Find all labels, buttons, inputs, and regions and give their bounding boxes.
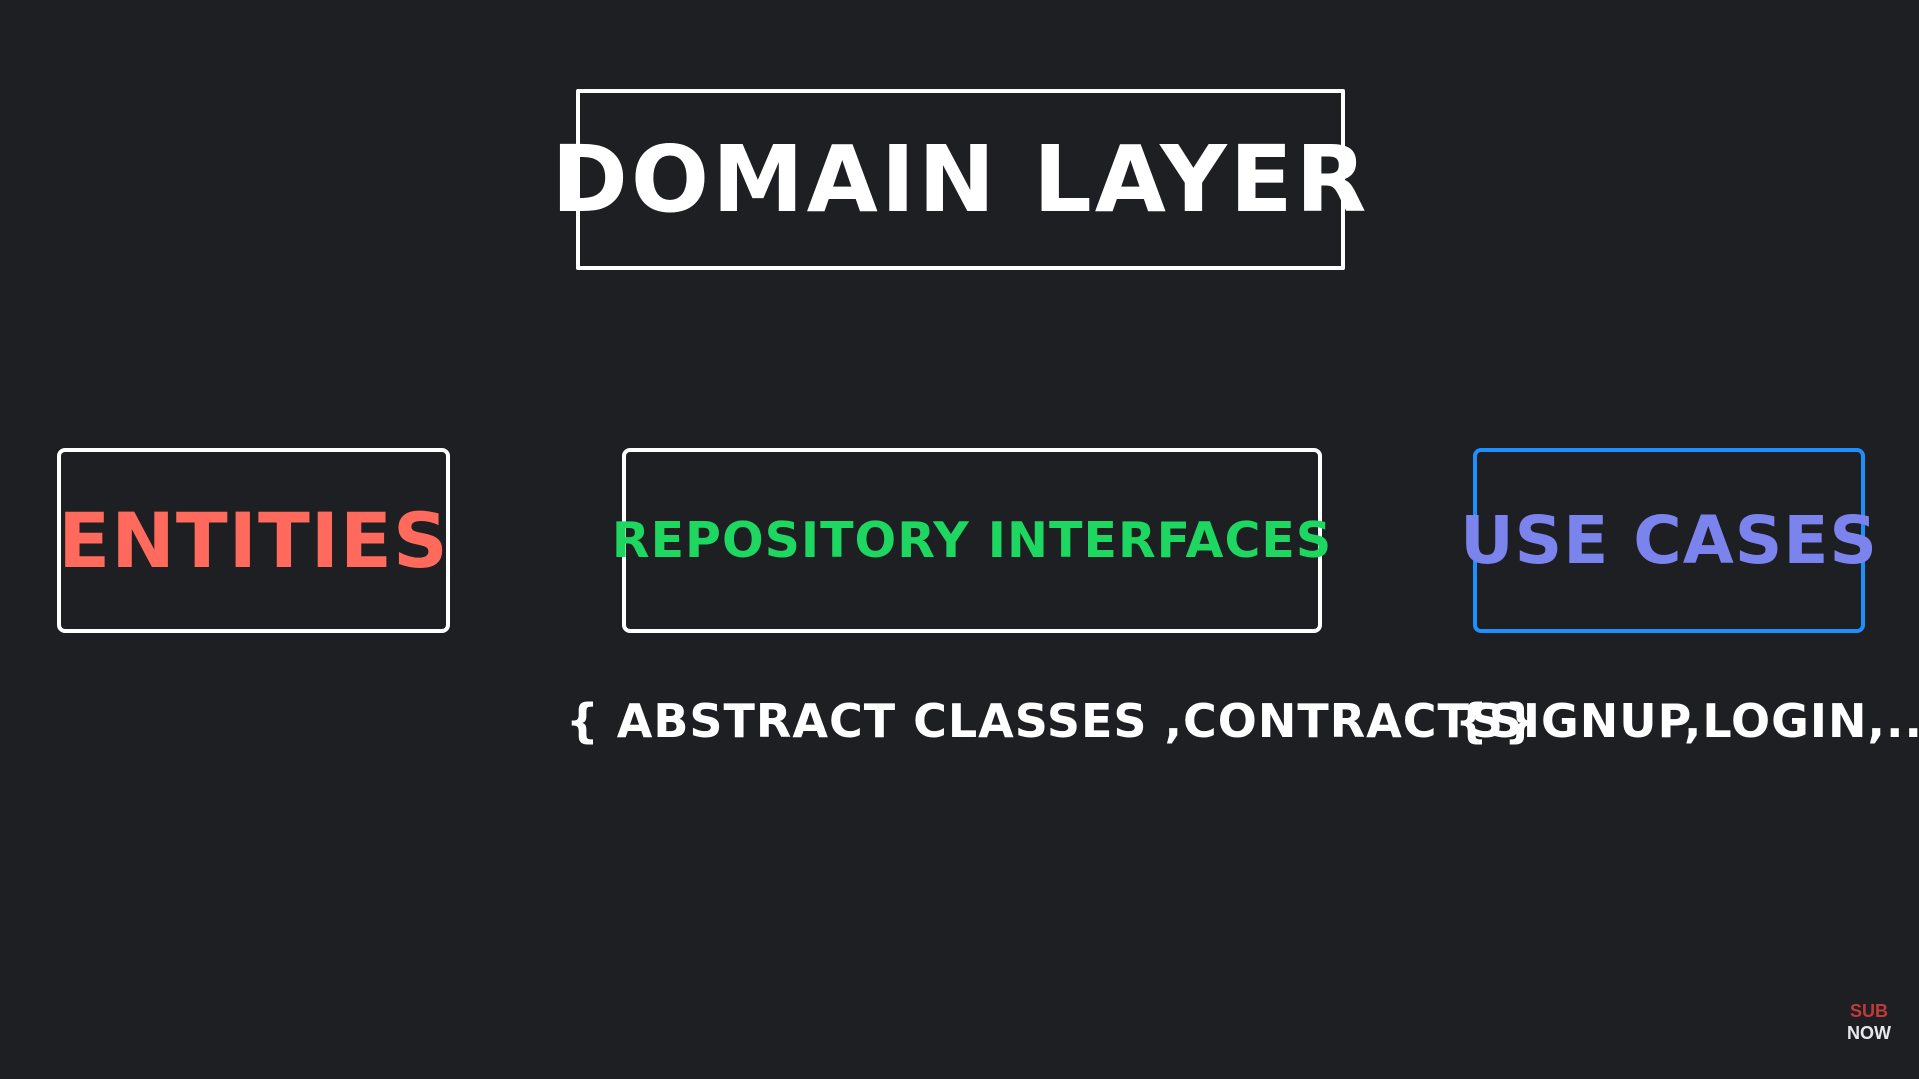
- use-cases-caption: {SIGNUP,LOGIN,...}: [1455, 694, 1919, 748]
- repository-caption: { ABSTRACT CLASSES ,CONTRACTS}: [566, 694, 1538, 748]
- diagram-canvas: DOMAIN LAYER ENTITIES REPOSITORY INTERFA…: [0, 0, 1919, 1079]
- entities-label: ENTITIES: [58, 496, 449, 585]
- repository-interfaces-box: REPOSITORY INTERFACES: [612, 448, 1331, 633]
- title-box: DOMAIN LAYER: [552, 89, 1366, 270]
- use-cases-label: USE CASES: [1460, 502, 1878, 579]
- use-cases-box: USE CASES: [1460, 448, 1877, 633]
- title-label: DOMAIN LAYER: [551, 126, 1370, 233]
- subscribe-watermark: SUB NOW: [1840, 1000, 1898, 1044]
- watermark-now-text: NOW: [1847, 1023, 1891, 1043]
- entities-box: ENTITIES: [57, 448, 450, 633]
- repository-interfaces-label: REPOSITORY INTERFACES: [611, 512, 1333, 569]
- watermark-sub-text: SUB: [1849, 1001, 1888, 1021]
